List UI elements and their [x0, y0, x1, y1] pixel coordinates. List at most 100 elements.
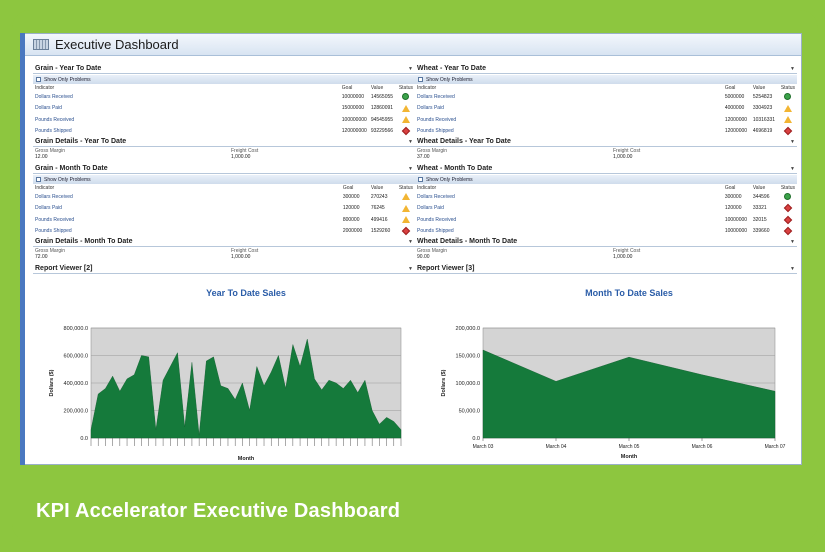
collapse-arrow-icon[interactable]: ▼: [790, 266, 795, 272]
indicator-link[interactable]: Dollars Received: [33, 91, 340, 103]
table-row: Dollars Paid 120000 33321: [415, 203, 797, 215]
mtd-sales-chart-panel: Month To Date Sales 0.0 50,000.0 100,000.0 1…: [415, 284, 797, 464]
value-cell: 93229566: [370, 128, 394, 135]
status-warning-icon: [401, 104, 410, 112]
indicator-link[interactable]: Dollars Received: [415, 91, 723, 103]
y-tick-label: 100,000.0: [456, 381, 480, 387]
column-header-status: Status: [780, 184, 795, 191]
collapse-arrow-icon[interactable]: ▼: [408, 166, 413, 172]
status-cell: [779, 203, 797, 215]
indicator-link[interactable]: Dollars Paid: [33, 103, 340, 115]
status-problem-icon: [783, 126, 793, 136]
value-cell: 14565055: [370, 93, 394, 100]
goal-cell: 120000000: [341, 128, 367, 135]
x-axis-label: Month: [238, 456, 255, 462]
goal-cell: 300000: [724, 193, 742, 200]
indicator-link[interactable]: Pounds Received: [33, 114, 340, 126]
show-problems-button[interactable]: Show Only Problems: [415, 75, 797, 84]
indicator-link[interactable]: Pounds Received: [33, 214, 341, 226]
goal-cell: 120000: [342, 205, 360, 212]
goal-cell: 12000000: [724, 128, 748, 135]
value-cell: 94545955: [370, 116, 394, 123]
table-row: Pounds Received 10000000 32015: [415, 214, 797, 226]
show-problems-button[interactable]: Show Only Problems: [33, 175, 415, 184]
y-tick-label: 200,000.0: [64, 409, 88, 415]
status-problem-icon: [783, 215, 793, 224]
indicator-link[interactable]: Pounds Received: [415, 214, 723, 226]
column-header-status: Status: [398, 84, 413, 91]
show-problems-button[interactable]: Show Only Problems: [415, 175, 797, 184]
grain-details-ytd: Gross Margin 12.00 Freight Cost 1,000.00: [33, 147, 415, 164]
goal-cell: 10000000: [341, 93, 365, 100]
collapse-arrow-icon[interactable]: ▼: [790, 66, 795, 72]
goal-cell: 2000000: [342, 228, 363, 235]
table-header: Indicator Goal Value Status: [415, 84, 797, 91]
mtd-sales-chart: Month To Date Sales 0.0 50,000.0 100,000.0 1…: [441, 288, 786, 460]
column-header-goal: Goal: [342, 184, 354, 191]
table-row: Dollars Paid 15000000 12860091: [33, 103, 415, 115]
chart-title: Year To Date Sales: [206, 288, 286, 298]
filter-icon: [418, 77, 423, 82]
status-cell: [397, 191, 415, 203]
collapse-arrow-icon[interactable]: ▼: [790, 139, 795, 145]
indicator-link[interactable]: Pounds Received: [415, 114, 723, 126]
column-header-indicator: Indicator: [417, 184, 437, 191]
dashboard-icon: [33, 39, 49, 50]
status-cell: [779, 126, 797, 138]
column-header-value: Value: [370, 184, 384, 191]
column-header-goal: Goal: [724, 184, 736, 191]
value-cell: 76245: [370, 205, 385, 212]
x-tick-label: March 07: [765, 444, 786, 450]
freight-cost-value: 1,000.00: [613, 154, 633, 160]
collapse-arrow-icon[interactable]: ▼: [790, 239, 795, 245]
wheat-details-mtd: Gross Margin 90.00 Freight Cost 1,000.00: [415, 247, 797, 264]
freight-cost-value: 1,000.00: [231, 154, 251, 160]
status-cell: [779, 226, 797, 238]
wheat-ytd-title: Wheat - Year To Date: [417, 65, 486, 72]
value-cell: 339660: [752, 228, 770, 235]
grain-mtd-header: Grain - Month To Date ▼: [33, 164, 415, 174]
column-header-value: Value: [752, 184, 766, 191]
value-cell: 5254823: [752, 93, 773, 100]
show-problems-button[interactable]: Show Only Problems: [33, 75, 415, 84]
indicator-link[interactable]: Pounds Shipped: [415, 126, 723, 138]
indicator-link[interactable]: Pounds Shipped: [33, 226, 341, 238]
goal-cell: 300000: [342, 193, 360, 200]
column-header-indicator: Indicator: [35, 84, 55, 91]
indicator-link[interactable]: Dollars Paid: [415, 203, 723, 215]
collapse-arrow-icon[interactable]: ▼: [408, 66, 413, 72]
indicator-link[interactable]: Pounds Shipped: [33, 126, 340, 138]
status-warning-icon: [401, 216, 410, 224]
grain-mtd-table: Indicator Goal Value Status Dollars Received…: [33, 184, 415, 237]
ytd-sales-chart: Year To Date Sales 0.0 200,000.0 400,000.0 6…: [49, 288, 402, 462]
table-row: Pounds Received 800000 499416: [33, 214, 415, 226]
wheat-mtd-header: Wheat - Month To Date ▼: [415, 164, 797, 174]
goal-cell: 10000000: [724, 216, 748, 223]
indicator-link[interactable]: Dollars Received: [415, 191, 723, 203]
status-cell: [779, 91, 797, 103]
indicator-link[interactable]: Dollars Paid: [33, 203, 341, 215]
status-ok-icon: [784, 93, 792, 101]
table-row: Dollars Paid 120000 76245: [33, 203, 415, 215]
indicator-link[interactable]: Dollars Paid: [415, 103, 723, 115]
table-row: Pounds Received 100000000 94545955: [33, 114, 415, 126]
collapse-arrow-icon[interactable]: ▼: [790, 166, 795, 172]
collapse-arrow-icon[interactable]: ▼: [408, 239, 413, 245]
status-ok-icon: [402, 93, 410, 101]
gross-margin-value: 90.00: [417, 254, 430, 260]
table-header: Indicator Goal Value Status: [33, 84, 415, 91]
wheat-ytd-header: Wheat - Year To Date ▼: [415, 64, 797, 74]
dashboard-window: Executive Dashboard Grain - Year To Date…: [20, 33, 802, 465]
status-cell: [779, 191, 797, 203]
status-warning-icon: [401, 116, 410, 124]
table-row: Dollars Paid 4000000 3304923: [415, 103, 797, 115]
collapse-arrow-icon[interactable]: ▼: [408, 266, 413, 272]
indicator-link[interactable]: Dollars Received: [33, 191, 341, 203]
goal-cell: 800000: [342, 216, 360, 223]
y-tick-label: 50,000.0: [459, 409, 480, 415]
filter-icon: [418, 177, 423, 182]
collapse-arrow-icon[interactable]: ▼: [408, 139, 413, 145]
goal-cell: 4000000: [724, 105, 745, 112]
indicator-link[interactable]: Pounds Shipped: [415, 226, 723, 238]
grain-ytd-header: Grain - Year To Date ▼: [33, 64, 415, 74]
